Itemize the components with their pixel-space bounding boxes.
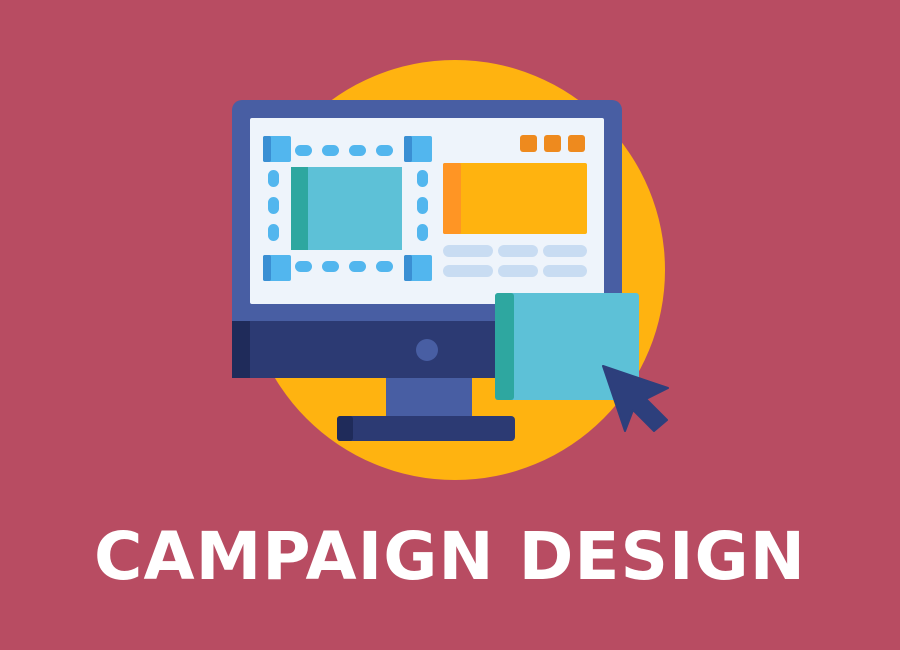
window-dots	[520, 135, 585, 152]
campaign-design-banner: CAMPAIGN DESIGN	[0, 0, 900, 650]
campaign-design-illustration	[0, 0, 900, 500]
page-title: CAMPAIGN DESIGN	[94, 518, 806, 595]
content-block	[443, 163, 587, 234]
